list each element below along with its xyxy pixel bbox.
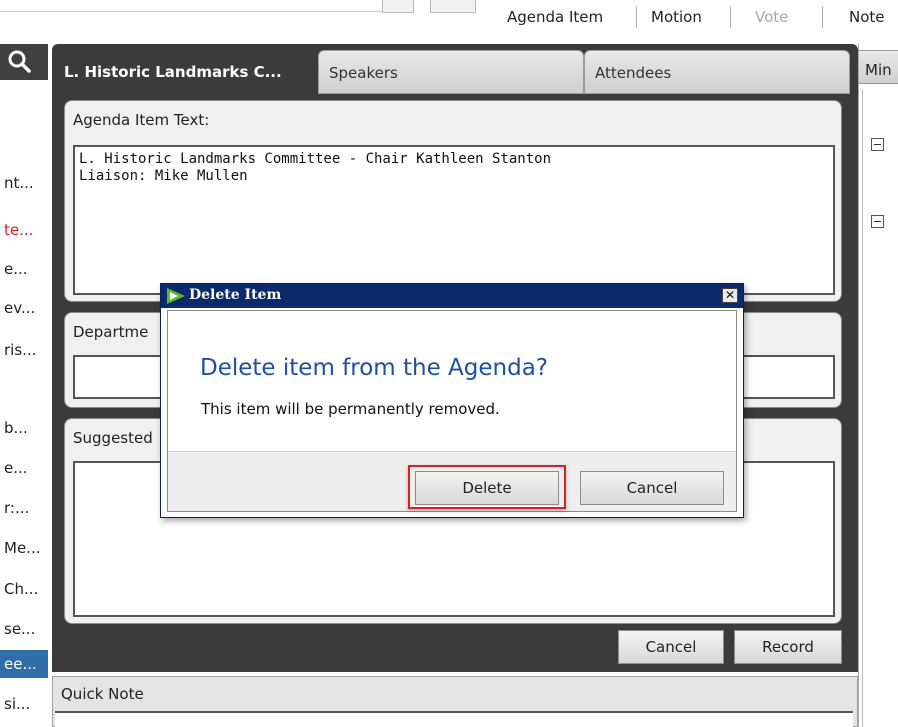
suggested-label: Suggested — [73, 429, 153, 447]
sidebar-item-selected[interactable]: ee... — [0, 650, 48, 678]
quick-note-label: Quick Note — [61, 685, 144, 703]
toolbar-separator — [822, 6, 823, 28]
minutes-header[interactable]: Min — [859, 50, 898, 84]
sidebar-item[interactable]: e... — [4, 260, 28, 278]
toolbar-note[interactable]: Note — [849, 8, 885, 26]
top-toolbar: Agenda Item Motion Vote Note — [0, 0, 898, 38]
sidebar-item[interactable]: Ch... — [4, 580, 38, 598]
sidebar-item[interactable]: b... — [4, 419, 28, 437]
agenda-item-text-field[interactable]: L. Historic Landmarks Committee - Chair … — [73, 145, 835, 295]
collapse-icon[interactable] — [871, 215, 884, 228]
delete-button[interactable]: Delete — [415, 471, 559, 505]
agenda-item-text-section: Agenda Item Text: L. Historic Landmarks … — [64, 100, 842, 302]
tab-speakers[interactable]: Speakers — [318, 50, 584, 94]
sidebar-search-header[interactable] — [0, 44, 48, 80]
dialog-body: Delete item from the Agenda? This item w… — [167, 310, 737, 512]
tab-agenda-item[interactable]: L. Historic Landmarks C... — [54, 50, 316, 94]
sidebar-item[interactable]: nt... — [4, 174, 34, 192]
toolbar-agenda-item[interactable]: Agenda Item — [507, 8, 603, 26]
toolbar-vote[interactable]: Vote — [755, 8, 788, 26]
collapse-icon[interactable] — [871, 138, 884, 151]
sidebar-item[interactable]: e... — [4, 459, 28, 477]
dialog-message: This item will be permanently removed. — [201, 400, 500, 418]
quick-note-panel: Quick Note — [52, 676, 858, 727]
minutes-panel: Min — [858, 44, 898, 727]
record-button[interactable]: Record — [734, 630, 842, 664]
sidebar-item[interactable]: se... — [4, 620, 35, 638]
minutes-label: Min — [865, 61, 892, 79]
agenda-item-text-line: L. Historic Landmarks Committee - Chair … — [79, 151, 552, 167]
toolbar-stub-button[interactable] — [430, 0, 476, 13]
cancel-button[interactable]: Cancel — [618, 630, 724, 664]
sidebar-item[interactable]: Me... — [4, 539, 40, 557]
app-arrow-icon — [167, 288, 185, 304]
top-search-strip — [0, 0, 382, 12]
delete-item-dialog: Delete Item ✕ Delete item from the Agend… — [160, 283, 744, 518]
minutes-content — [862, 90, 898, 727]
sidebar-item[interactable]: te... — [4, 221, 33, 239]
sidebar-item[interactable]: si... — [4, 695, 30, 713]
toolbar-stub-button[interactable] — [382, 0, 414, 13]
search-icon[interactable] — [8, 50, 32, 74]
department-label: Departme — [73, 323, 149, 341]
dialog-footer: Delete Cancel — [168, 451, 736, 511]
quick-note-field[interactable] — [55, 711, 853, 727]
close-icon[interactable]: ✕ — [722, 288, 738, 303]
sidebar-item[interactable]: ris... — [4, 341, 36, 359]
agenda-item-text-line: Liaison: Mike Mullen — [79, 168, 248, 184]
dialog-title: Delete Item — [189, 287, 282, 303]
toolbar-separator — [636, 6, 637, 28]
sidebar-item[interactable]: ev... — [4, 299, 35, 317]
sidebar-item[interactable]: r:... — [4, 499, 29, 517]
dialog-cancel-button[interactable]: Cancel — [580, 471, 724, 505]
toolbar-motion[interactable]: Motion — [651, 8, 702, 26]
tab-attendees[interactable]: Attendees — [584, 50, 850, 94]
agenda-sidebar: nt... te... e... ev... ris... b... e... … — [0, 38, 48, 727]
agenda-item-text-label: Agenda Item Text: — [73, 111, 210, 129]
toolbar-separator — [730, 6, 731, 28]
dialog-titlebar[interactable]: Delete Item ✕ — [161, 284, 743, 308]
dialog-heading: Delete item from the Agenda? — [200, 355, 549, 381]
